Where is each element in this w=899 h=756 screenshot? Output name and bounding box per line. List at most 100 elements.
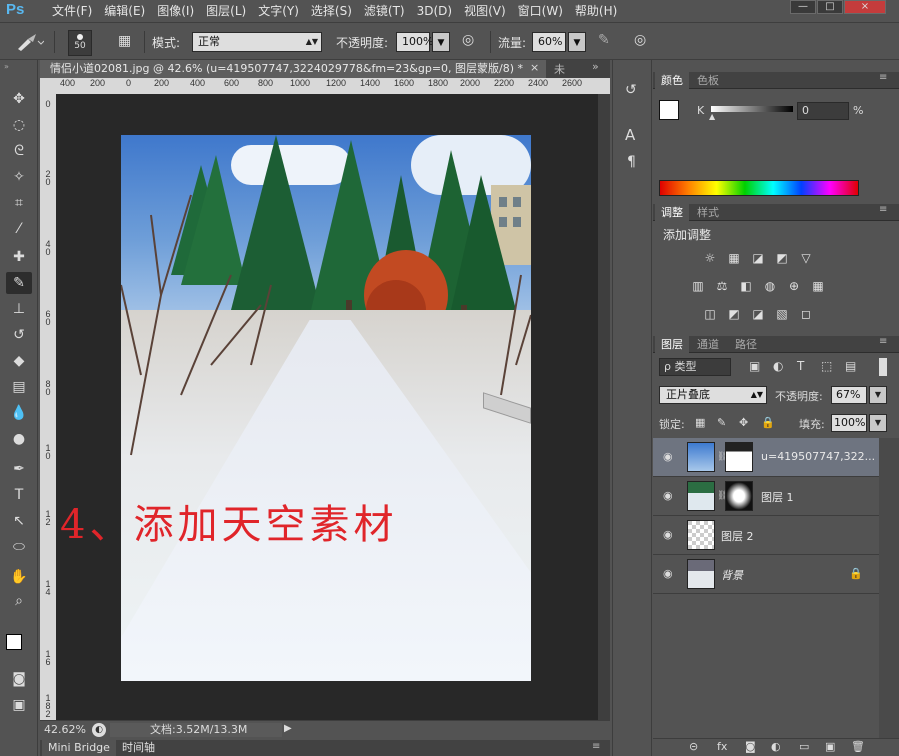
- filter-type-icon[interactable]: T: [797, 359, 804, 373]
- photo-filter-icon[interactable]: ◍: [763, 279, 777, 293]
- channel-mixer-icon[interactable]: ⊕: [787, 279, 801, 293]
- pressure-opacity-icon[interactable]: ◎: [462, 32, 482, 52]
- brush-panel-icon[interactable]: ▦: [118, 33, 136, 51]
- eye-icon[interactable]: ◉: [663, 490, 675, 502]
- threshold-icon[interactable]: ◪: [751, 307, 765, 321]
- pen-tool-icon[interactable]: ✒: [6, 458, 32, 480]
- filter-pixel-icon[interactable]: ▣: [749, 359, 760, 373]
- link-layers-icon[interactable]: ⊝: [689, 740, 698, 753]
- selective-color-icon[interactable]: ▧: [775, 307, 789, 321]
- flow-input[interactable]: 60%: [532, 32, 566, 52]
- menu-filter[interactable]: 滤镜(T): [358, 2, 411, 20]
- tab-layers[interactable]: 图层: [655, 336, 689, 353]
- black-white-icon[interactable]: ◧: [739, 279, 753, 293]
- layer-opacity-input[interactable]: 67%: [831, 386, 867, 404]
- color-ramp[interactable]: [659, 180, 859, 196]
- history-brush-tool-icon[interactable]: ↺: [6, 324, 32, 346]
- filter-toggle[interactable]: [879, 358, 887, 376]
- layer-style-icon[interactable]: fx: [717, 740, 727, 753]
- quick-mask-icon[interactable]: ◙: [6, 668, 32, 690]
- invert-icon[interactable]: ◫: [703, 307, 717, 321]
- blend-mode-select[interactable]: 正片叠底 ▲▼: [659, 386, 767, 404]
- new-adjustment-icon[interactable]: ◐: [771, 740, 781, 753]
- vertical-scrollbar[interactable]: [598, 94, 610, 720]
- brush-tool-icon[interactable]: ✎: [6, 272, 32, 294]
- collapse-icon[interactable]: »: [4, 62, 9, 71]
- opacity-input[interactable]: 100%: [396, 32, 433, 52]
- zoom-tool-icon[interactable]: ⌕: [6, 590, 32, 612]
- close-window-button[interactable]: ×: [844, 0, 886, 14]
- layer-row[interactable]: ◉ ⛓ u=419507747,322...: [653, 438, 879, 477]
- tab-mini-bridge[interactable]: Mini Bridge: [42, 740, 116, 756]
- new-layer-icon[interactable]: ▣: [825, 740, 835, 753]
- filter-shape-icon[interactable]: ⬚: [821, 359, 832, 373]
- lock-all-icon[interactable]: 🔒: [761, 416, 775, 429]
- crop-tool-icon[interactable]: ⌗: [6, 192, 32, 214]
- dodge-tool-icon[interactable]: ●: [6, 428, 32, 450]
- foreground-color-swatch[interactable]: [6, 634, 22, 650]
- stamp-tool-icon[interactable]: ⊥: [6, 298, 32, 320]
- eye-icon[interactable]: ◉: [663, 568, 675, 580]
- pressure-size-icon[interactable]: ◎: [634, 32, 654, 52]
- character-panel-icon[interactable]: A: [625, 126, 635, 144]
- filter-smart-object-icon[interactable]: ▤: [845, 359, 856, 373]
- layer-row[interactable]: ◉ ⛓ 图层 1: [653, 477, 879, 516]
- second-document-tab[interactable]: 未: [554, 61, 565, 77]
- lock-position-icon[interactable]: ✥: [739, 416, 748, 429]
- opacity-dropdown[interactable]: ▼: [432, 32, 450, 52]
- k-slider[interactable]: [711, 106, 793, 112]
- marquee-tool-icon[interactable]: ◌: [6, 114, 32, 136]
- posterize-icon[interactable]: ◩: [727, 307, 741, 321]
- history-panel-icon[interactable]: ↺: [625, 82, 637, 98]
- slider-handle-icon[interactable]: ▲: [709, 112, 715, 121]
- tab-swatches[interactable]: 色板: [691, 72, 725, 89]
- gradient-tool-icon[interactable]: ▤: [6, 376, 32, 398]
- tab-adjustments[interactable]: 调整: [655, 204, 689, 221]
- brush-tool-preset-icon[interactable]: [14, 31, 45, 53]
- panel-menu-icon[interactable]: ≡: [879, 72, 887, 83]
- color-fg-swatch[interactable]: [659, 100, 679, 120]
- menu-3d[interactable]: 3D(D): [411, 2, 458, 20]
- lock-transparent-icon[interactable]: ▦: [695, 416, 705, 429]
- type-tool-icon[interactable]: T: [6, 484, 32, 506]
- move-tool-icon[interactable]: ✥: [6, 88, 32, 110]
- menu-file[interactable]: 文件(F): [46, 2, 98, 20]
- lock-pixels-icon[interactable]: ✎: [717, 416, 726, 429]
- new-group-icon[interactable]: ▭: [799, 740, 809, 753]
- menu-view[interactable]: 视图(V): [458, 2, 512, 20]
- menu-type[interactable]: 文字(Y): [252, 2, 305, 20]
- panel-menu-icon[interactable]: ≡: [879, 336, 887, 347]
- add-mask-icon[interactable]: ◙: [745, 740, 756, 753]
- vibrance-icon[interactable]: ▽: [799, 251, 813, 265]
- chevron-down-icon[interactable]: ▼: [869, 414, 887, 432]
- airbrush-icon[interactable]: ✎: [598, 32, 618, 52]
- screen-mode-icon[interactable]: ▣: [6, 694, 32, 716]
- eye-icon[interactable]: ◉: [663, 451, 675, 463]
- hand-tool-icon[interactable]: ✋: [6, 566, 32, 588]
- eyedropper-tool-icon[interactable]: ⁄: [6, 218, 32, 240]
- panel-menu-icon[interactable]: ≡: [879, 204, 887, 215]
- filter-adjustment-icon[interactable]: ◐: [773, 359, 783, 373]
- tab-channels[interactable]: 通道: [691, 336, 725, 353]
- document-image[interactable]: [121, 135, 531, 681]
- layer-row[interactable]: ◉ 图层 2: [653, 516, 879, 555]
- gradient-map-icon[interactable]: ◻: [799, 307, 813, 321]
- shape-tool-icon[interactable]: ⬭: [6, 536, 32, 558]
- eraser-tool-icon[interactable]: ◆: [6, 350, 32, 372]
- delete-layer-icon[interactable]: 🗑: [851, 740, 865, 753]
- maximize-button[interactable]: □: [817, 0, 843, 14]
- layer-mask-thumbnail[interactable]: [725, 481, 753, 511]
- tab-color[interactable]: 颜色: [655, 72, 689, 89]
- fill-input[interactable]: 100%: [831, 414, 867, 432]
- layers-scrollbar[interactable]: [879, 438, 899, 756]
- menu-select[interactable]: 选择(S): [305, 2, 358, 20]
- color-lookup-icon[interactable]: ▦: [811, 279, 825, 293]
- tab-paths[interactable]: 路径: [729, 336, 763, 353]
- paragraph-panel-icon[interactable]: ¶: [627, 154, 636, 170]
- magic-wand-tool-icon[interactable]: ✧: [6, 166, 32, 188]
- document-tab[interactable]: 情侣小道02081.jpg @ 42.6% (u=419507747,32240…: [40, 60, 546, 78]
- tab-overflow-icon[interactable]: »: [592, 60, 599, 73]
- lasso-tool-icon[interactable]: ᘓ: [6, 140, 32, 162]
- hue-saturation-icon[interactable]: ▥: [691, 279, 705, 293]
- color-balance-icon[interactable]: ⚖: [715, 279, 729, 293]
